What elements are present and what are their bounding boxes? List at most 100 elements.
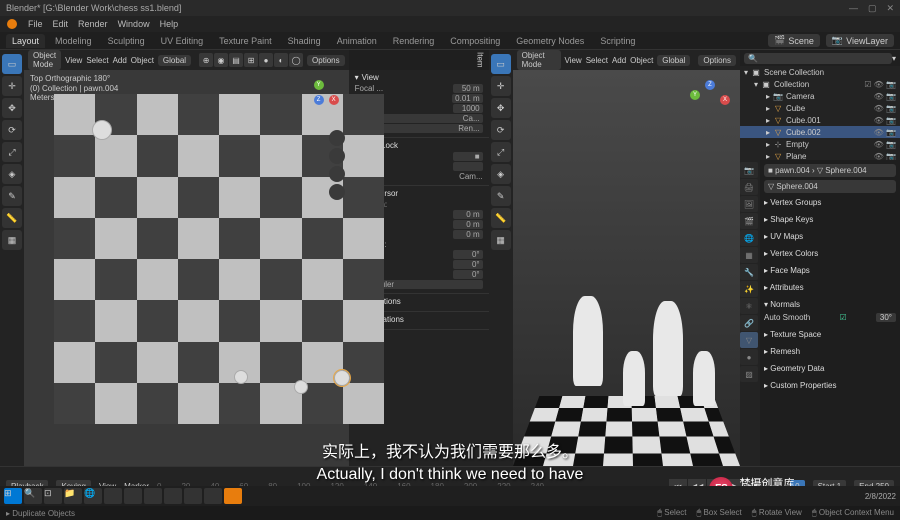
pawn-piece[interactable] (92, 120, 112, 140)
move-tool-icon[interactable]: ✥ (491, 98, 511, 118)
cursor-x-field[interactable]: 0 m (453, 210, 483, 219)
clipend-field[interactable]: 1000 (453, 104, 483, 113)
measure-tool-icon[interactable]: 📏 (491, 208, 511, 228)
cursor-z-field[interactable]: 0 m (453, 230, 483, 239)
menu-file[interactable]: File (28, 19, 43, 29)
menu-help[interactable]: Help (160, 19, 179, 29)
vp-menu-object[interactable]: Object (630, 56, 653, 65)
nav-gizmo[interactable]: X Y Z (299, 80, 339, 120)
view-section[interactable]: ▾ View (355, 73, 483, 82)
scene-dropdown[interactable]: 🎬 Scene (768, 34, 820, 47)
mode-dropdown[interactable]: Object Mode (28, 50, 61, 70)
tab-rendering[interactable]: Rendering (387, 34, 441, 48)
tree-item[interactable]: ▸ ▽Cube.001👁 📷 (740, 114, 900, 126)
props-section[interactable]: ▸ Vertex Colors (764, 247, 896, 260)
menu-edit[interactable]: Edit (53, 19, 69, 29)
xray-icon[interactable]: ▤ (229, 53, 243, 67)
cursor-rx-field[interactable]: 0° (453, 250, 483, 259)
maximize-button[interactable]: ▢ (868, 3, 877, 14)
tab-scripting[interactable]: Scripting (594, 34, 641, 48)
tree-item[interactable]: ▸ ▽Cube👁 📷 (740, 102, 900, 114)
cursor-rz-field[interactable]: 0° (453, 270, 483, 279)
tree-item[interactable]: ▸ 📷Camera👁 📷 (740, 90, 900, 102)
props-section[interactable]: ▸ Attributes (764, 281, 896, 294)
cursor-ry-field[interactable]: 0° (453, 260, 483, 269)
tab-sculpting[interactable]: Sculpting (102, 34, 151, 48)
props-section[interactable]: ▾ NormalsAuto Smooth☑30° (764, 298, 896, 324)
tab-animation[interactable]: Animation (331, 34, 383, 48)
tab-texpaint[interactable]: Texture Paint (213, 34, 278, 48)
orientation-dropdown[interactable]: Global (657, 55, 690, 66)
proptab-world-icon[interactable]: 🌐 (740, 230, 758, 246)
explorer-icon[interactable]: 📁 (64, 488, 82, 504)
measure-tool-icon[interactable]: 📏 (2, 208, 22, 228)
props-section[interactable]: ▸ Custom Properties (764, 379, 896, 392)
tab-uv[interactable]: UV Editing (155, 34, 210, 48)
edge-icon[interactable]: 🌐 (84, 488, 102, 504)
annotate-tool-icon[interactable]: ✎ (2, 186, 22, 206)
app-icon[interactable] (164, 488, 182, 504)
tree-scene-collection[interactable]: ▾▣Scene Collection (740, 66, 900, 78)
menu-window[interactable]: Window (118, 19, 150, 29)
vp-menu-select[interactable]: Select (86, 56, 108, 65)
clipstart-field[interactable]: 0.01 m (452, 94, 482, 103)
tree-item[interactable]: ▸ ▽Plane👁 📷 (740, 150, 900, 160)
tab-layout[interactable]: Layout (6, 34, 45, 48)
tree-collection[interactable]: ▾▣Collection☑ 👁 📷 (740, 78, 900, 90)
focal-field[interactable]: 50 m (453, 84, 483, 93)
app-icon[interactable] (104, 488, 122, 504)
vp-menu-add[interactable]: Add (612, 56, 626, 65)
vp-menu-select[interactable]: Select (586, 56, 608, 65)
menu-render[interactable]: Render (78, 19, 108, 29)
camera-view-icon[interactable] (329, 166, 345, 182)
tab-compositing[interactable]: Compositing (444, 34, 506, 48)
proptab-texture-icon[interactable]: ▨ (740, 366, 758, 382)
props-section[interactable]: ▸ UV Maps (764, 230, 896, 243)
mesh-name-field[interactable]: ▽ Sphere.004 (764, 180, 896, 193)
scale-tool-icon[interactable]: ⤢ (2, 142, 22, 162)
gizmo-toggle-icon[interactable]: ⊕ (199, 53, 213, 67)
datapath-crumb[interactable]: ■ pawn.004 › ▽ Sphere.004 (764, 164, 896, 177)
outliner-search-input[interactable]: 🔍 (744, 53, 892, 64)
transform-tool-icon[interactable]: ◈ (491, 164, 511, 184)
viewport-right[interactable]: Object Mode View Select Add Object Globa… (513, 50, 740, 466)
vp-menu-object[interactable]: Object (131, 56, 154, 65)
vp-menu-view[interactable]: View (565, 56, 582, 65)
close-button[interactable]: ✕ (886, 3, 894, 14)
shading-wire-icon[interactable]: ⊞ (244, 53, 258, 67)
addcube-tool-icon[interactable]: ▦ (491, 230, 511, 250)
proptab-material-icon[interactable]: ● (740, 349, 758, 365)
proptab-output-icon[interactable]: 🖨 (740, 179, 758, 195)
pawn-piece[interactable] (294, 380, 308, 394)
app-icon[interactable] (204, 488, 222, 504)
cursor-tool-icon[interactable]: ✛ (491, 76, 511, 96)
scale-tool-icon[interactable]: ⤢ (491, 142, 511, 162)
options-button[interactable]: Options (307, 55, 345, 66)
proptab-particles-icon[interactable]: ✨ (740, 281, 758, 297)
props-section[interactable]: ▸ Geometry Data (764, 362, 896, 375)
select-tool-icon[interactable]: ▭ (491, 54, 511, 74)
proptab-modifier-icon[interactable]: 🔧 (740, 264, 758, 280)
viewport-left[interactable]: Object Mode View Select Add Object Globa… (24, 50, 349, 466)
proptab-constraints-icon[interactable]: 🔗 (740, 315, 758, 331)
props-section[interactable]: ▸ Shape Keys (764, 213, 896, 226)
props-section[interactable]: ▸ Vertex Groups (764, 196, 896, 209)
viewlayer-dropdown[interactable]: 📷 ViewLayer (826, 34, 894, 47)
mode-dropdown[interactable]: Object Mode (517, 50, 561, 70)
zoom-icon[interactable] (329, 130, 345, 146)
overlay-toggle-icon[interactable]: ◉ (214, 53, 228, 67)
proptab-data-icon[interactable]: ▽ (740, 332, 758, 348)
addcube-tool-icon[interactable]: ▦ (2, 230, 22, 250)
rotate-tool-icon[interactable]: ⟳ (491, 120, 511, 140)
props-section[interactable]: ▸ Remesh (764, 345, 896, 358)
app-icon[interactable] (184, 488, 202, 504)
vp-menu-add[interactable]: Add (113, 56, 127, 65)
minimize-button[interactable]: — (849, 3, 858, 14)
taskbar-date[interactable]: 2/8/2022 (865, 492, 896, 501)
tree-item[interactable]: ▸ ⊹Empty👁 📷 (740, 138, 900, 150)
pan-icon[interactable] (329, 148, 345, 164)
cursor-y-field[interactable]: 0 m (453, 220, 483, 229)
app-icon[interactable] (124, 488, 142, 504)
annotate-tool-icon[interactable]: ✎ (491, 186, 511, 206)
props-section[interactable]: ▸ Face Maps (764, 264, 896, 277)
